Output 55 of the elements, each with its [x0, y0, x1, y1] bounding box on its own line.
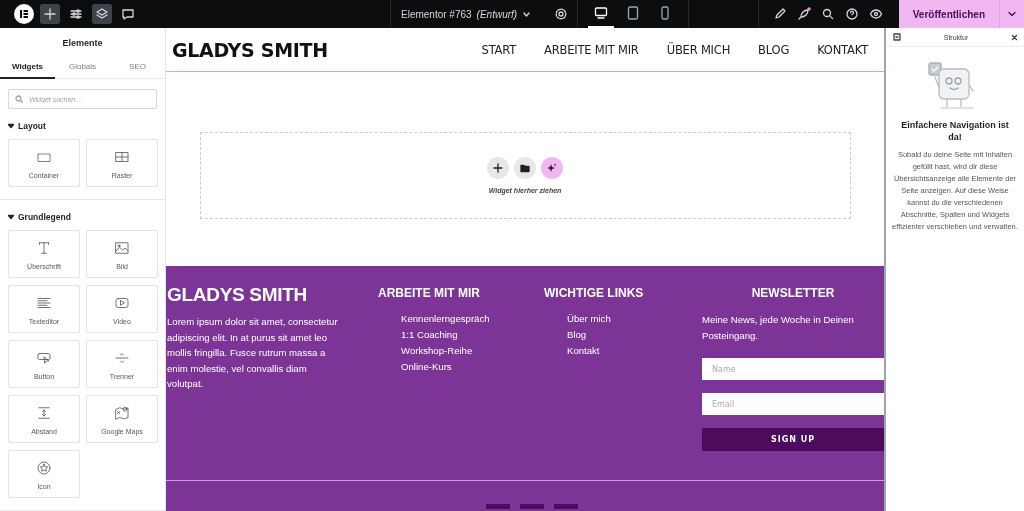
caret-icon[interactable]: [8, 123, 14, 129]
category-title[interactable]: Layout: [18, 121, 46, 131]
pen-icon[interactable]: [772, 7, 787, 21]
plus-icon: [493, 162, 503, 173]
sign-up-button[interactable]: SIGN UP: [702, 428, 884, 451]
column-heading: WICHTIGE LINKS: [544, 286, 645, 300]
desktop-view-icon[interactable]: [594, 6, 609, 20]
chevron-down-icon[interactable]: [1007, 9, 1017, 19]
layers-icon[interactable]: [95, 7, 109, 21]
footer-link[interactable]: Kontakt: [567, 344, 702, 358]
column-heading: NEWSLETTER: [750, 286, 836, 300]
nav-link[interactable]: START: [481, 42, 516, 57]
footer-link[interactable]: Kennenlerngespräch: [401, 312, 544, 326]
footer-link[interactable]: 1:1 Coaching: [401, 328, 544, 342]
tablet-view-icon[interactable]: [626, 6, 641, 20]
search-icon[interactable]: [820, 7, 835, 21]
panel-tab[interactable]: Widgets: [0, 56, 55, 79]
caret-icon[interactable]: [8, 214, 14, 220]
add-section-button[interactable]: [487, 156, 509, 179]
settings-icon[interactable]: [555, 8, 568, 20]
panel-tab[interactable]: Globals: [55, 56, 110, 79]
footer-link[interactable]: Online-Kurs: [401, 360, 544, 374]
elementor-logo-icon[interactable]: [14, 4, 34, 24]
sliders-icon[interactable]: [69, 7, 83, 21]
add-icon[interactable]: [43, 7, 57, 21]
column-heading: ARBEITE MIT MIR: [378, 286, 481, 300]
empty-state-heading: Einfachere Navigation ist da!: [900, 119, 1010, 143]
close-icon[interactable]: [1011, 33, 1018, 41]
footer-brand: GLADYS SMITH: [167, 284, 308, 306]
footer-link[interactable]: Workshop-Reihe: [401, 344, 544, 358]
nav-link[interactable]: ÜBER MICH: [666, 42, 731, 57]
sparkle-icon: [547, 162, 557, 173]
site-title[interactable]: GLADYS SMITH: [172, 38, 328, 61]
folder-icon: [520, 162, 530, 173]
help-icon[interactable]: [844, 7, 859, 21]
template-library-button[interactable]: [514, 156, 536, 179]
newsletter-text: Meine News, jede Woche in Deinen Posteingang.: [702, 313, 855, 343]
category-title[interactable]: Grundlegend: [18, 212, 71, 222]
footer-link[interactable]: Blog: [567, 328, 702, 342]
document-title[interactable]: Elementor #763: [401, 8, 472, 20]
panel-title: Elemente: [61, 37, 104, 50]
comment-icon[interactable]: [121, 7, 135, 21]
about-text: Lorem ipsum dolor sit amet, consectetur adipiscing elit. In at purus sit amet leo mollis fringilla. Fusce rutrum massa a enim molestie, vel convallis diam volutpat.: [166, 315, 339, 391]
rocket-icon[interactable]: [796, 7, 811, 21]
ai-button[interactable]: [541, 156, 563, 179]
panel-tab[interactable]: SEO: [110, 56, 165, 79]
panel-toggle-icon[interactable]: [893, 33, 901, 41]
nav-link[interactable]: KONTAKT: [817, 42, 868, 57]
nav-link[interactable]: ARBEITE MIT MIR: [544, 42, 639, 57]
newsletter-input-field[interactable]: Name: [702, 358, 884, 380]
nav-link[interactable]: BLOG: [758, 42, 790, 57]
document-status: (Entwurf): [476, 8, 518, 20]
preview-eye-icon[interactable]: [868, 7, 883, 21]
footer-link[interactable]: Über mich: [567, 312, 702, 326]
newsletter-input-field[interactable]: Email: [702, 393, 884, 415]
